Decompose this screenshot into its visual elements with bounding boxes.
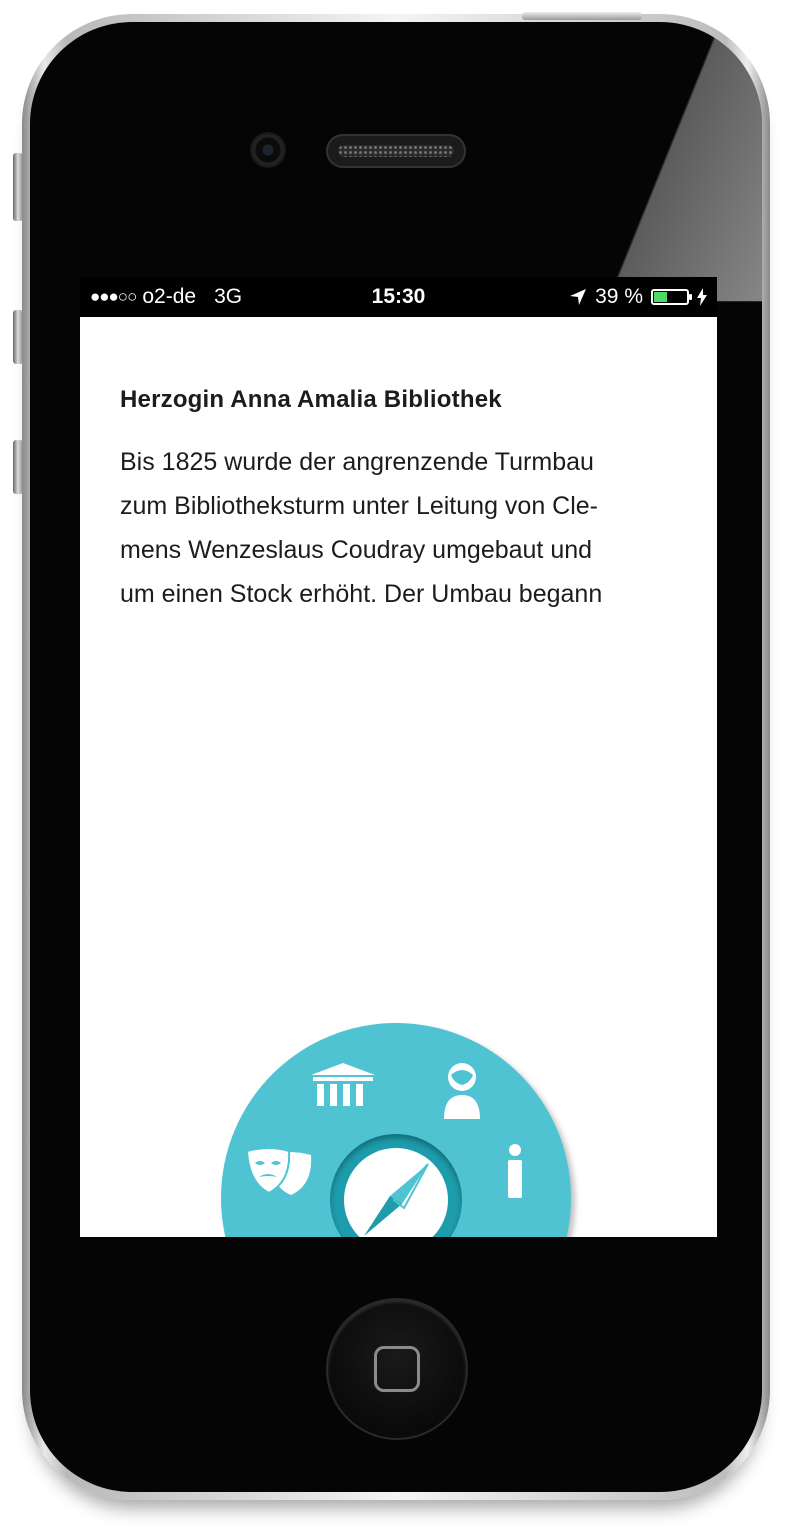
museum-icon[interactable]: [309, 1063, 377, 1111]
battery-icon: [651, 289, 692, 305]
compass-icon: [364, 1163, 429, 1236]
screen: ●●●○○ o2-de 3G 15:30 39 % Herzogin Anna …: [80, 277, 717, 1237]
status-right: 39 %: [569, 285, 707, 309]
compass-face: [344, 1148, 448, 1237]
volume-up-button[interactable]: [13, 310, 23, 364]
battery-level: [654, 292, 668, 302]
person-icon[interactable]: [442, 1061, 482, 1121]
article-line: mens Wenzeslaus Coudray umgebaut und: [120, 536, 593, 564]
article-line: Bis 1825 wurde der angrenzende Turmbau: [120, 448, 594, 476]
charging-bolt-icon: [697, 288, 707, 306]
volume-down-button[interactable]: [13, 440, 23, 494]
power-button[interactable]: [522, 12, 642, 20]
article-line: um einen Stock erhöht. Der Umbau begann: [120, 580, 603, 608]
battery-percent: 39 %: [595, 285, 643, 308]
compass-button[interactable]: [330, 1134, 462, 1237]
earpiece-speaker: [326, 134, 466, 168]
article-line: zum Bibliotheksturm unter Leitung von Cl…: [120, 492, 599, 520]
location-arrow-icon: [570, 289, 587, 305]
front-camera: [252, 134, 284, 166]
home-square-icon: [374, 1346, 420, 1392]
mute-switch[interactable]: [13, 153, 23, 221]
article-title: Herzogin Anna Amalia Bibliothek: [120, 386, 502, 413]
status-bar: ●●●○○ o2-de 3G 15:30 39 %: [80, 277, 717, 317]
article-body: Bis 1825 wurde der angrenzende Turmbau z…: [120, 440, 677, 616]
theater-masks-icon[interactable]: [245, 1145, 315, 1199]
article: Herzogin Anna Amalia Bibliothek Bis 1825…: [80, 317, 717, 616]
info-icon[interactable]: [504, 1143, 526, 1199]
home-button[interactable]: [328, 1300, 466, 1438]
